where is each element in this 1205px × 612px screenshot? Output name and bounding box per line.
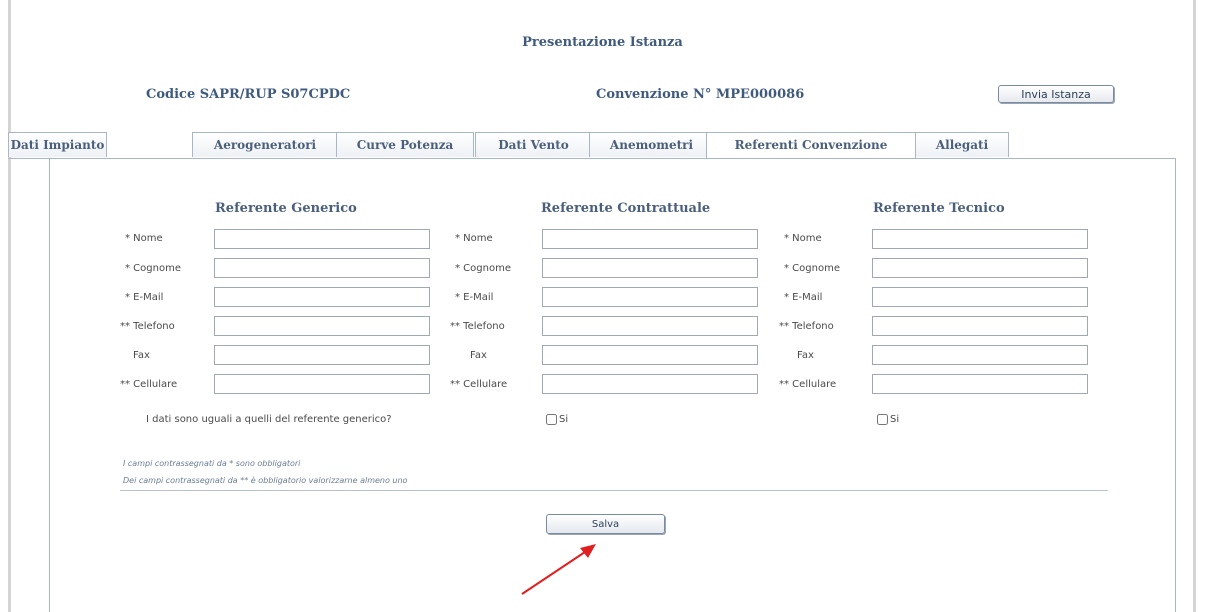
tab-curve-potenza[interactable]: Curve Potenza bbox=[336, 132, 474, 157]
input-fax-tecnico[interactable] bbox=[872, 345, 1088, 365]
same-data-question: I dati sono uguali a quelli del referent… bbox=[146, 414, 392, 425]
checkbox-contrattuale-label: Si bbox=[559, 414, 569, 425]
window-edge-right bbox=[1193, 0, 1196, 612]
label-fax-generico: Fax bbox=[133, 350, 150, 361]
input-email-generico[interactable] bbox=[214, 287, 430, 307]
tab-dati-vento[interactable]: Dati Vento bbox=[475, 132, 592, 157]
input-nome-generico[interactable] bbox=[214, 229, 430, 249]
label-cellulare-tecnico: ** Cellulare bbox=[779, 379, 837, 390]
annotation-arrow-icon bbox=[521, 544, 596, 595]
codice-sapr: Codice SAPR/RUP S07CPDC bbox=[146, 87, 351, 102]
input-telefono-generico[interactable] bbox=[214, 316, 430, 336]
heading-referente-generico: Referente Generico bbox=[215, 201, 357, 216]
input-cognome-contrattuale[interactable] bbox=[542, 258, 758, 278]
label-cellulare-generico: ** Cellulare bbox=[120, 379, 178, 390]
tab-anemometri[interactable]: Anemometri bbox=[589, 132, 714, 157]
input-email-tecnico[interactable] bbox=[872, 287, 1088, 307]
checkbox-tecnico-label: Si bbox=[890, 414, 900, 425]
input-cellulare-tecnico[interactable] bbox=[872, 374, 1088, 394]
checkbox-contrattuale-same[interactable] bbox=[546, 414, 557, 425]
tab-allegati[interactable]: Allegati bbox=[915, 132, 1009, 157]
label-fax-contrattuale: Fax bbox=[470, 350, 487, 361]
checkbox-tecnico-same[interactable] bbox=[877, 414, 888, 425]
separator-line bbox=[120, 490, 1108, 491]
invia-istanza-button[interactable]: Invia Istanza bbox=[998, 85, 1114, 103]
input-fax-generico[interactable] bbox=[214, 345, 430, 365]
label-nome-contrattuale: * Nome bbox=[455, 233, 493, 244]
label-fax-tecnico: Fax bbox=[797, 350, 814, 361]
tab-referenti-convenzione[interactable]: Referenti Convenzione bbox=[706, 132, 916, 159]
input-fax-contrattuale[interactable] bbox=[542, 345, 758, 365]
input-email-contrattuale[interactable] bbox=[542, 287, 758, 307]
label-cognome-tecnico: * Cognome bbox=[784, 263, 840, 274]
label-nome-tecnico: * Nome bbox=[784, 233, 822, 244]
label-telefono-tecnico: ** Telefono bbox=[779, 321, 834, 332]
tab-aerogeneratori[interactable]: Aerogeneratori bbox=[192, 132, 338, 157]
input-cellulare-contrattuale[interactable] bbox=[542, 374, 758, 394]
tab-dati-impianto[interactable]: Dati Impianto bbox=[8, 132, 107, 157]
input-cognome-generico[interactable] bbox=[214, 258, 430, 278]
label-email-tecnico: * E-Mail bbox=[784, 292, 823, 303]
heading-referente-tecnico: Referente Tecnico bbox=[873, 201, 1005, 216]
window-edge-left bbox=[8, 0, 11, 612]
label-telefono-contrattuale: ** Telefono bbox=[450, 321, 505, 332]
input-telefono-tecnico[interactable] bbox=[872, 316, 1088, 336]
label-cellulare-contrattuale: ** Cellulare bbox=[450, 379, 508, 390]
label-email-contrattuale: * E-Mail bbox=[455, 292, 494, 303]
input-telefono-contrattuale[interactable] bbox=[542, 316, 758, 336]
save-button[interactable]: Salva bbox=[546, 514, 665, 534]
label-nome-generico: * Nome bbox=[125, 233, 163, 244]
note-required-fields: I campi contrassegnati da * sono obbliga… bbox=[123, 459, 301, 468]
input-cognome-tecnico[interactable] bbox=[872, 258, 1088, 278]
label-telefono-generico: ** Telefono bbox=[120, 321, 175, 332]
label-cognome-generico: * Cognome bbox=[125, 263, 181, 274]
page-title: Presentazione Istanza bbox=[522, 35, 683, 50]
convenzione-number: Convenzione N° MPE000086 bbox=[596, 87, 805, 102]
heading-referente-contrattuale: Referente Contrattuale bbox=[541, 201, 711, 216]
input-nome-contrattuale[interactable] bbox=[542, 229, 758, 249]
input-cellulare-generico[interactable] bbox=[214, 374, 430, 394]
note-at-least-one: Dei campi contrassegnati da ** è obbliga… bbox=[123, 476, 408, 485]
label-cognome-contrattuale: * Cognome bbox=[455, 263, 511, 274]
label-email-generico: * E-Mail bbox=[125, 292, 164, 303]
input-nome-tecnico[interactable] bbox=[872, 229, 1088, 249]
